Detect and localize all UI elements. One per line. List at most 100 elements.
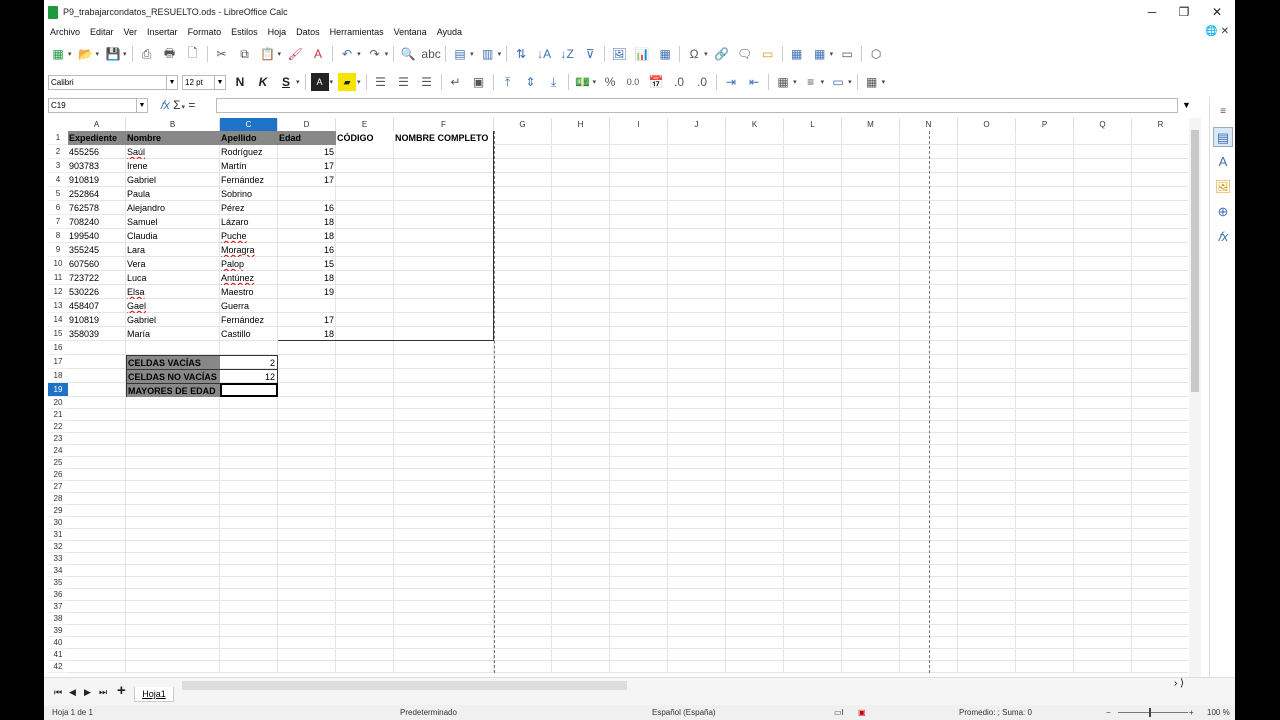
active-cell-c19[interactable] <box>220 383 278 397</box>
column-header-g[interactable]: G <box>494 118 552 131</box>
image-icon[interactable]: 🖼 <box>610 45 628 63</box>
expand-formula-bar-icon[interactable]: ▼ <box>1182 100 1191 110</box>
menu-ayuda[interactable]: Ayuda <box>437 27 462 37</box>
expediente-cell[interactable]: 910819 <box>68 173 126 187</box>
menu-archivo[interactable]: Archivo <box>50 27 80 37</box>
formula-icon[interactable]: = <box>188 98 195 112</box>
zoom-level[interactable]: 100 % <box>1207 708 1230 717</box>
align-center-icon[interactable]: ☰ <box>395 73 413 91</box>
sort-ascending-icon[interactable]: ↓A <box>535 45 553 63</box>
row-header-28[interactable]: 28 <box>48 493 68 505</box>
bold-button[interactable]: N <box>231 73 249 91</box>
formula-input[interactable] <box>216 98 1178 113</box>
apellido-cell[interactable]: Guerra <box>220 299 278 313</box>
sheet-tab-hoja1[interactable]: Hoja1 <box>134 687 174 702</box>
summary-label-cell[interactable]: CELDAS VACÍAS <box>126 355 220 369</box>
borders-icon[interactable]: ▦ <box>774 73 792 91</box>
row-header-3[interactable]: 3 <box>48 159 68 173</box>
apellido-cell[interactable]: Palop <box>220 257 278 271</box>
column-header-p[interactable]: P <box>1016 118 1074 131</box>
font-size-combo[interactable]: 12 pt ▼ <box>182 74 226 90</box>
row-header-18[interactable]: 18 <box>48 369 68 383</box>
menu-ver[interactable]: Ver <box>124 27 138 37</box>
header-cell[interactable]: Expediente <box>68 131 126 145</box>
new-icon[interactable]: ▦ <box>49 45 67 63</box>
special-character-icon[interactable]: Ω <box>685 45 703 63</box>
last-sheet-icon[interactable]: ⏭ <box>99 687 107 698</box>
nombre-cell[interactable]: Gabriel <box>126 173 220 187</box>
menu-ventana[interactable]: Ventana <box>394 27 427 37</box>
number-format-button[interactable]: 0.0 <box>624 73 642 91</box>
expediente-cell[interactable]: 358039 <box>68 327 126 341</box>
expediente-cell[interactable]: 530226 <box>68 285 126 299</box>
wrap-text-icon[interactable]: ↵ <box>447 73 465 91</box>
row-header-19[interactable]: 19 <box>48 383 68 397</box>
column-header-q[interactable]: Q <box>1074 118 1132 131</box>
column-header-h[interactable]: H <box>552 118 610 131</box>
spelling-icon[interactable]: abc <box>421 45 440 63</box>
row-header-25[interactable]: 25 <box>48 457 68 469</box>
zoom-slider-knob[interactable] <box>1149 708 1151 717</box>
apellido-cell[interactable]: Moragra <box>220 243 278 257</box>
row-header-34[interactable]: 34 <box>48 565 68 577</box>
nombre-cell[interactable]: Gael <box>126 299 220 313</box>
cut-icon[interactable]: ✂ <box>213 45 231 63</box>
align-left-icon[interactable]: ☰ <box>372 73 390 91</box>
chevron-down-icon[interactable]: ▼ <box>166 75 177 89</box>
apellido-cell[interactable]: Antúnez <box>220 271 278 285</box>
first-sheet-icon[interactable]: ⏮ <box>54 687 62 698</box>
apellido-cell[interactable]: Lázaro <box>220 215 278 229</box>
expediente-cell[interactable]: 708240 <box>68 215 126 229</box>
edad-cell[interactable]: 18 <box>278 215 336 229</box>
expediente-cell[interactable]: 199540 <box>68 229 126 243</box>
apellido-cell[interactable]: Pérez <box>220 201 278 215</box>
column-header-j[interactable]: J <box>668 118 726 131</box>
row-header-2[interactable]: 2 <box>48 145 68 159</box>
pivot-table-icon[interactable]: ▦ <box>656 45 674 63</box>
edad-cell[interactable]: 15 <box>278 145 336 159</box>
horizontal-scrollbar[interactable] <box>182 681 627 690</box>
nombre-cell[interactable]: María <box>126 327 220 341</box>
show-draw-functions-icon[interactable]: ⬡ <box>867 45 885 63</box>
header-cell[interactable]: Edad <box>278 131 336 145</box>
undo-icon[interactable]: ↶ <box>338 45 356 63</box>
navigator-icon[interactable]: ⊕ <box>1213 202 1233 222</box>
expediente-cell[interactable]: 355245 <box>68 243 126 257</box>
menu-editar[interactable]: Editar <box>90 27 114 37</box>
menu-hoja[interactable]: Hoja <box>268 27 287 37</box>
column-header-o[interactable]: O <box>958 118 1016 131</box>
next-sheet-icon[interactable]: ▶ <box>84 687 91 698</box>
font-name-combo[interactable]: Calibri ▼ <box>48 74 178 90</box>
date-format-icon[interactable]: 📅 <box>647 73 665 91</box>
row-header-40[interactable]: 40 <box>48 637 68 649</box>
row-header-36[interactable]: 36 <box>48 589 68 601</box>
minimize-button[interactable]: ─ <box>1142 4 1162 20</box>
redo-icon[interactable]: ↷ <box>366 45 384 63</box>
summary-value-cell[interactable]: 2 <box>220 355 278 369</box>
row-header-30[interactable]: 30 <box>48 517 68 529</box>
column-icon[interactable]: ▥ <box>479 45 497 63</box>
row-header-16[interactable]: 16 <box>48 341 68 355</box>
background-color-icon[interactable]: ▰ <box>338 73 357 91</box>
row-header-39[interactable]: 39 <box>48 625 68 637</box>
row-header-27[interactable]: 27 <box>48 481 68 493</box>
document-modified-icon[interactable]: ▣ <box>858 708 866 717</box>
autofilter-icon[interactable]: ⊽ <box>581 45 599 63</box>
apellido-cell[interactable]: Sobrino <box>220 187 278 201</box>
apellido-cell[interactable]: Rodríguez <box>220 145 278 159</box>
font-color-icon[interactable]: A <box>310 73 329 91</box>
edad-cell[interactable] <box>278 187 336 201</box>
percent-format-button[interactable]: % <box>601 73 619 91</box>
sidebar-menu-icon[interactable]: ≡ <box>1213 102 1233 122</box>
row-header-23[interactable]: 23 <box>48 433 68 445</box>
border-style-icon[interactable]: ≡ <box>802 73 820 91</box>
row-icon[interactable]: ▤ <box>451 45 469 63</box>
nombre-cell[interactable]: Alejandro <box>126 201 220 215</box>
row-header-8[interactable]: 8 <box>48 229 68 243</box>
row-header-33[interactable]: 33 <box>48 553 68 565</box>
functions-icon[interactable]: 𝑓x <box>1213 227 1233 247</box>
nombre-cell[interactable]: Irene <box>126 159 220 173</box>
menu-herramientas[interactable]: Herramientas <box>330 27 384 37</box>
delete-decimal-icon[interactable]: .0 <box>693 73 711 91</box>
row-header-42[interactable]: 42 <box>48 661 68 673</box>
